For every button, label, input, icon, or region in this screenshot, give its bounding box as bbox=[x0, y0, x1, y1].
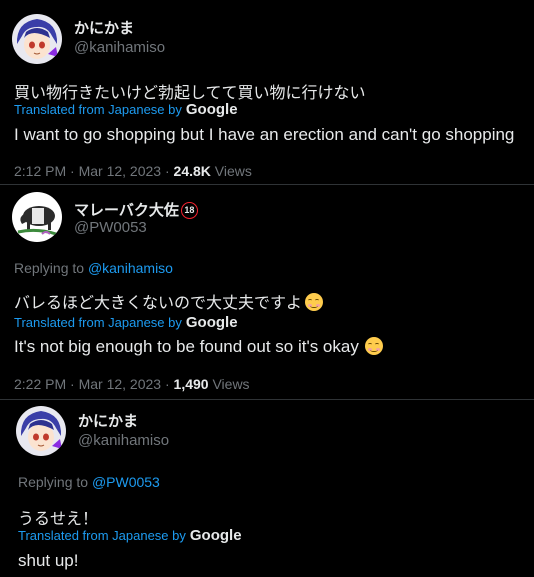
display-name[interactable]: かにかま bbox=[78, 410, 138, 431]
tweet-text: 買い物行きたいけど勃起してて買い物に行けない bbox=[14, 85, 366, 102]
tweet-timestamp[interactable]: 2:12 PM · Mar 12, 2023 · bbox=[14, 163, 174, 179]
age-18-badge-icon: 18 bbox=[180, 202, 198, 219]
tweet-meta: 2:22 PM · Mar 12, 2023 · 1,490 Views bbox=[14, 376, 250, 392]
tweet-1: かにかま @kanihamiso 買い物行きたいけど勃起してて買い物に行けない … bbox=[0, 0, 534, 184]
anime-avatar-icon bbox=[16, 406, 66, 456]
translation-content: It's not big enough to be found out so i… bbox=[14, 337, 359, 356]
smiling-face-icon bbox=[364, 337, 383, 355]
tweet-timestamp[interactable]: 2:22 PM · Mar 12, 2023 · bbox=[14, 376, 174, 392]
tweet-2: マレーバク大佐 18 @PW0053 Replying to @kanihamis… bbox=[0, 185, 534, 400]
user-handle[interactable]: @kanihamiso bbox=[74, 39, 165, 56]
translation-text: shut up! bbox=[18, 551, 79, 570]
translated-attribution[interactable]: Translated from Japanese by Google bbox=[14, 101, 238, 118]
translation-text: It's not big enough to be found out so i… bbox=[14, 337, 383, 357]
user-avatar[interactable] bbox=[12, 192, 62, 242]
google-logo: Google bbox=[185, 314, 238, 331]
user-handle[interactable]: @kanihamiso bbox=[78, 432, 169, 449]
tweet-text-content: バレるほど大きくないので大丈夫ですよ bbox=[14, 295, 303, 312]
translation-text: I want to go shopping but I have an erec… bbox=[14, 125, 515, 144]
user-avatar[interactable] bbox=[16, 406, 66, 456]
translated-label: Translated from Japanese by bbox=[18, 528, 186, 543]
tweet-meta: 2:12 PM · Mar 12, 2023 · 24.8K Views bbox=[14, 163, 252, 179]
replying-to: Replying to @PW0053 bbox=[18, 474, 160, 490]
display-name[interactable]: かにかま bbox=[74, 17, 134, 38]
translated-attribution[interactable]: Translated from Japanese by Google bbox=[14, 314, 238, 331]
tweet-text: うるせえ！ bbox=[18, 511, 99, 528]
replying-label: Replying to bbox=[18, 474, 92, 490]
views-count: 24.8K bbox=[173, 163, 211, 179]
views-count: 1,490 bbox=[173, 376, 209, 392]
views-label: Views bbox=[210, 163, 252, 179]
google-logo: Google bbox=[185, 101, 238, 118]
tapir-avatar-icon bbox=[12, 192, 62, 242]
user-handle[interactable]: @PW0053 bbox=[74, 219, 147, 236]
replying-to: Replying to @kanihamiso bbox=[14, 260, 173, 276]
anime-avatar-icon bbox=[12, 14, 62, 64]
google-logo: Google bbox=[189, 527, 242, 544]
tweet-text: バレるほど大きくないので大丈夫ですよ bbox=[14, 289, 324, 313]
tweet-3: かにかま @kanihamiso Replying to @PW0053 うるせ… bbox=[0, 400, 534, 577]
translated-label: Translated from Japanese by bbox=[14, 102, 182, 117]
views-label: Views bbox=[208, 376, 250, 392]
mention-link[interactable]: @PW0053 bbox=[92, 474, 160, 490]
replying-label: Replying to bbox=[14, 260, 88, 276]
mention-link[interactable]: @kanihamiso bbox=[88, 260, 173, 276]
translated-label: Translated from Japanese by bbox=[14, 315, 182, 330]
translated-attribution[interactable]: Translated from Japanese by Google bbox=[18, 527, 242, 544]
display-name[interactable]: マレーバク大佐 18 bbox=[74, 199, 198, 220]
smiling-face-icon bbox=[305, 293, 324, 311]
display-name-text: マレーバク大佐 bbox=[74, 202, 179, 219]
user-avatar[interactable] bbox=[12, 14, 62, 64]
